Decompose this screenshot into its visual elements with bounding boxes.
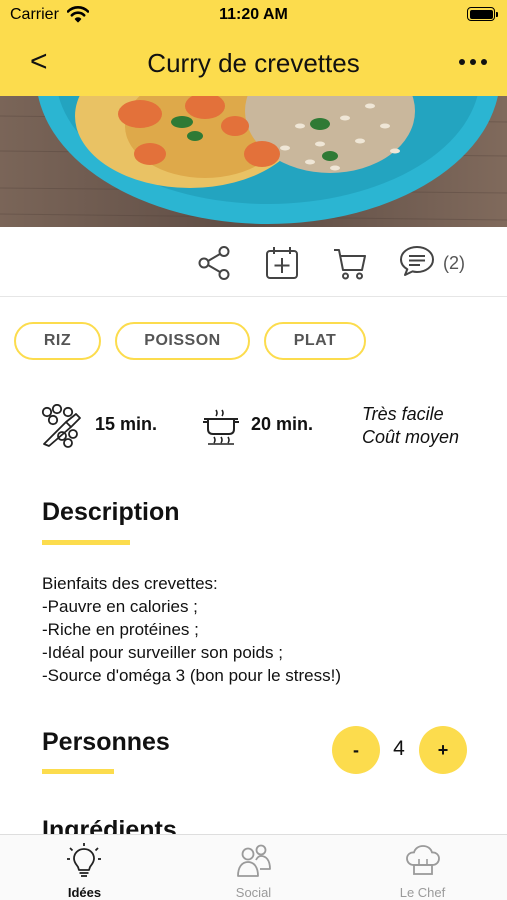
back-button[interactable]: < bbox=[30, 44, 48, 80]
cart-icon[interactable] bbox=[332, 245, 368, 281]
lightbulb-icon bbox=[67, 843, 101, 884]
description-line: -Idéal pour surveiller son poids ; bbox=[42, 643, 283, 662]
comment-icon bbox=[399, 243, 435, 284]
description-line: -Source d'oméga 3 (bon pour le stress!) bbox=[42, 666, 342, 685]
battery-icon bbox=[467, 7, 498, 21]
comment-count: (2) bbox=[443, 252, 465, 273]
tab-le-chef[interactable]: Le Chef bbox=[338, 835, 507, 900]
status-bar: Carrier 11:20 AM bbox=[0, 0, 507, 30]
description-underline bbox=[42, 540, 130, 545]
description-line: -Pauvre en calories ; bbox=[42, 597, 198, 616]
tag-riz[interactable]: RIZ bbox=[14, 322, 101, 360]
persons-count: 4 bbox=[393, 737, 405, 760]
recipe-actions: (2) bbox=[0, 227, 507, 297]
tag-plat[interactable]: PLAT bbox=[264, 322, 366, 360]
persons-title: Personnes bbox=[42, 728, 170, 756]
tab-label: Idées bbox=[67, 885, 102, 900]
more-options-icon[interactable] bbox=[459, 52, 487, 72]
tab-label: Le Chef bbox=[399, 885, 446, 900]
more-dot bbox=[470, 59, 476, 65]
page-title: Curry de crevettes bbox=[147, 48, 360, 78]
more-dot bbox=[481, 59, 487, 65]
cook-time: 20 min. bbox=[251, 414, 314, 434]
knife-vegetables-icon bbox=[40, 403, 84, 453]
more-dot bbox=[459, 59, 465, 65]
chef-hat-icon bbox=[405, 843, 441, 884]
description-line: Bienfaits des crevettes: bbox=[42, 574, 218, 593]
tab-social[interactable]: Social bbox=[169, 835, 338, 900]
comments-button[interactable]: (2) bbox=[399, 245, 465, 281]
cooking-pot-icon bbox=[202, 407, 240, 450]
tab-bar: Idées Social Le Chef bbox=[0, 834, 507, 900]
recipe-photo bbox=[0, 96, 507, 227]
tag-poisson[interactable]: POISSON bbox=[115, 322, 250, 360]
recipe-tags: RIZ POISSON PLAT bbox=[14, 322, 366, 362]
navigation-bar: < Curry de crevettes bbox=[0, 30, 507, 96]
decrease-persons-button[interactable]: - bbox=[332, 726, 380, 774]
calendar-add-icon[interactable] bbox=[264, 245, 300, 281]
status-time: 11:20 AM bbox=[219, 6, 288, 23]
share-icon[interactable] bbox=[196, 245, 232, 281]
persons-underline bbox=[42, 769, 114, 774]
description-title: Description bbox=[42, 498, 180, 526]
tab-idees[interactable]: Idées bbox=[0, 835, 169, 900]
description-text: Bienfaits des crevettes: -Pauvre en calo… bbox=[42, 572, 482, 687]
prep-time: 15 min. bbox=[95, 414, 158, 434]
recipe-info: 15 min. 20 min. Très facile Coût moyen bbox=[0, 398, 507, 454]
increase-persons-button[interactable]: + bbox=[419, 726, 467, 774]
cost-label: Coût moyen bbox=[362, 427, 460, 447]
difficulty-label: Très facile bbox=[362, 404, 444, 424]
tab-label: Social bbox=[235, 885, 272, 900]
people-icon bbox=[236, 843, 272, 884]
description-line: -Riche en protéines ; bbox=[42, 620, 199, 639]
difficulty-cost: Très facile Coût moyen bbox=[362, 403, 459, 449]
